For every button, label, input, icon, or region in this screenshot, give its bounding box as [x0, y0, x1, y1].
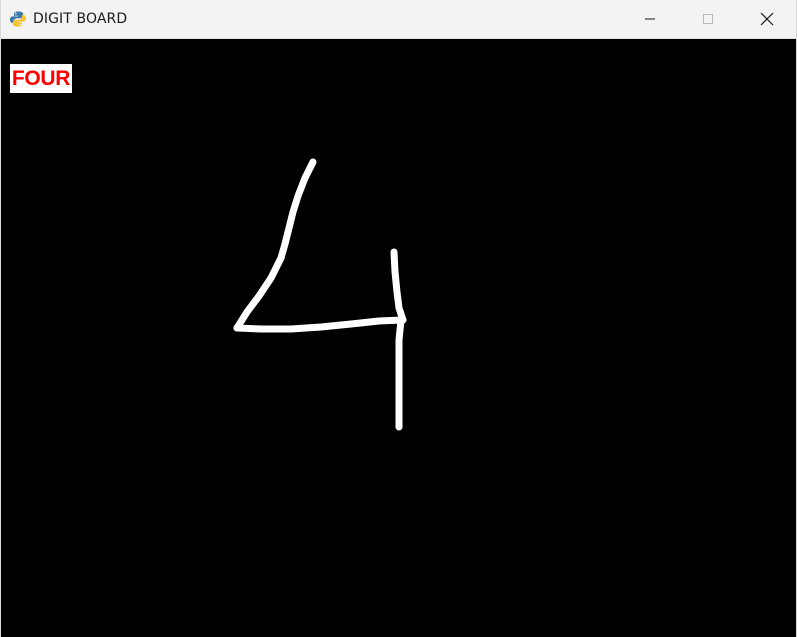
digit-stroke-horizontal	[233, 316, 407, 333]
digit-stroke-diagonal	[233, 158, 317, 332]
prediction-label: FOUR	[10, 64, 72, 93]
handwritten-digit-strokes	[233, 158, 407, 431]
digit-stroke-vertical-bottom	[395, 316, 405, 431]
prediction-label-text: FOUR	[11, 67, 71, 90]
digit-stroke-vertical-top	[390, 248, 407, 324]
app-window: DIGIT BOARD FOUR	[0, 0, 797, 637]
